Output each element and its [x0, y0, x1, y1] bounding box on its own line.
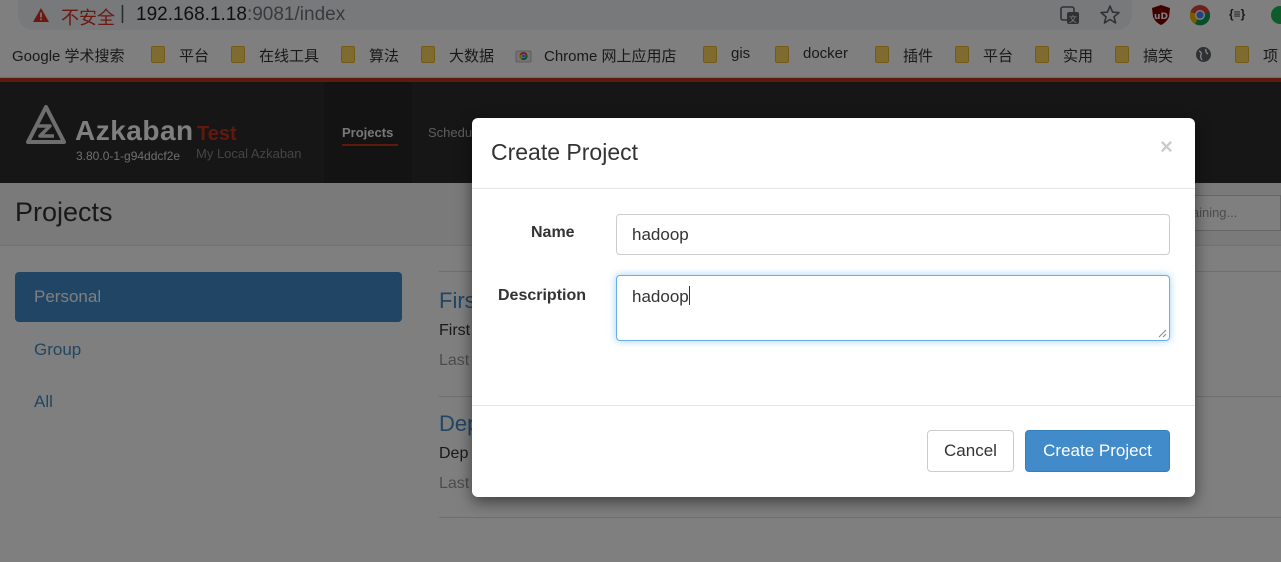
- project-description-textarea[interactable]: hadoop: [616, 275, 1170, 341]
- name-label: Name: [531, 224, 575, 241]
- description-value: hadoop: [632, 287, 689, 306]
- create-project-button[interactable]: Create Project: [1025, 430, 1170, 472]
- modal-footer-divider: [472, 405, 1195, 406]
- modal-header-divider: [472, 188, 1195, 189]
- browser-window: 不安全 | 192.168.1.18:9081/index 文 uD {≡} G…: [0, 0, 1281, 562]
- create-project-modal: Create Project × Name Description hadoop…: [472, 118, 1195, 497]
- modal-title: Create Project: [491, 139, 639, 165]
- text-caret: [688, 286, 690, 305]
- resize-grip-icon[interactable]: [1158, 329, 1167, 338]
- cancel-button[interactable]: Cancel: [927, 430, 1014, 472]
- description-label: Description: [498, 287, 587, 304]
- project-name-input[interactable]: [616, 214, 1170, 255]
- close-icon[interactable]: ×: [1160, 134, 1173, 160]
